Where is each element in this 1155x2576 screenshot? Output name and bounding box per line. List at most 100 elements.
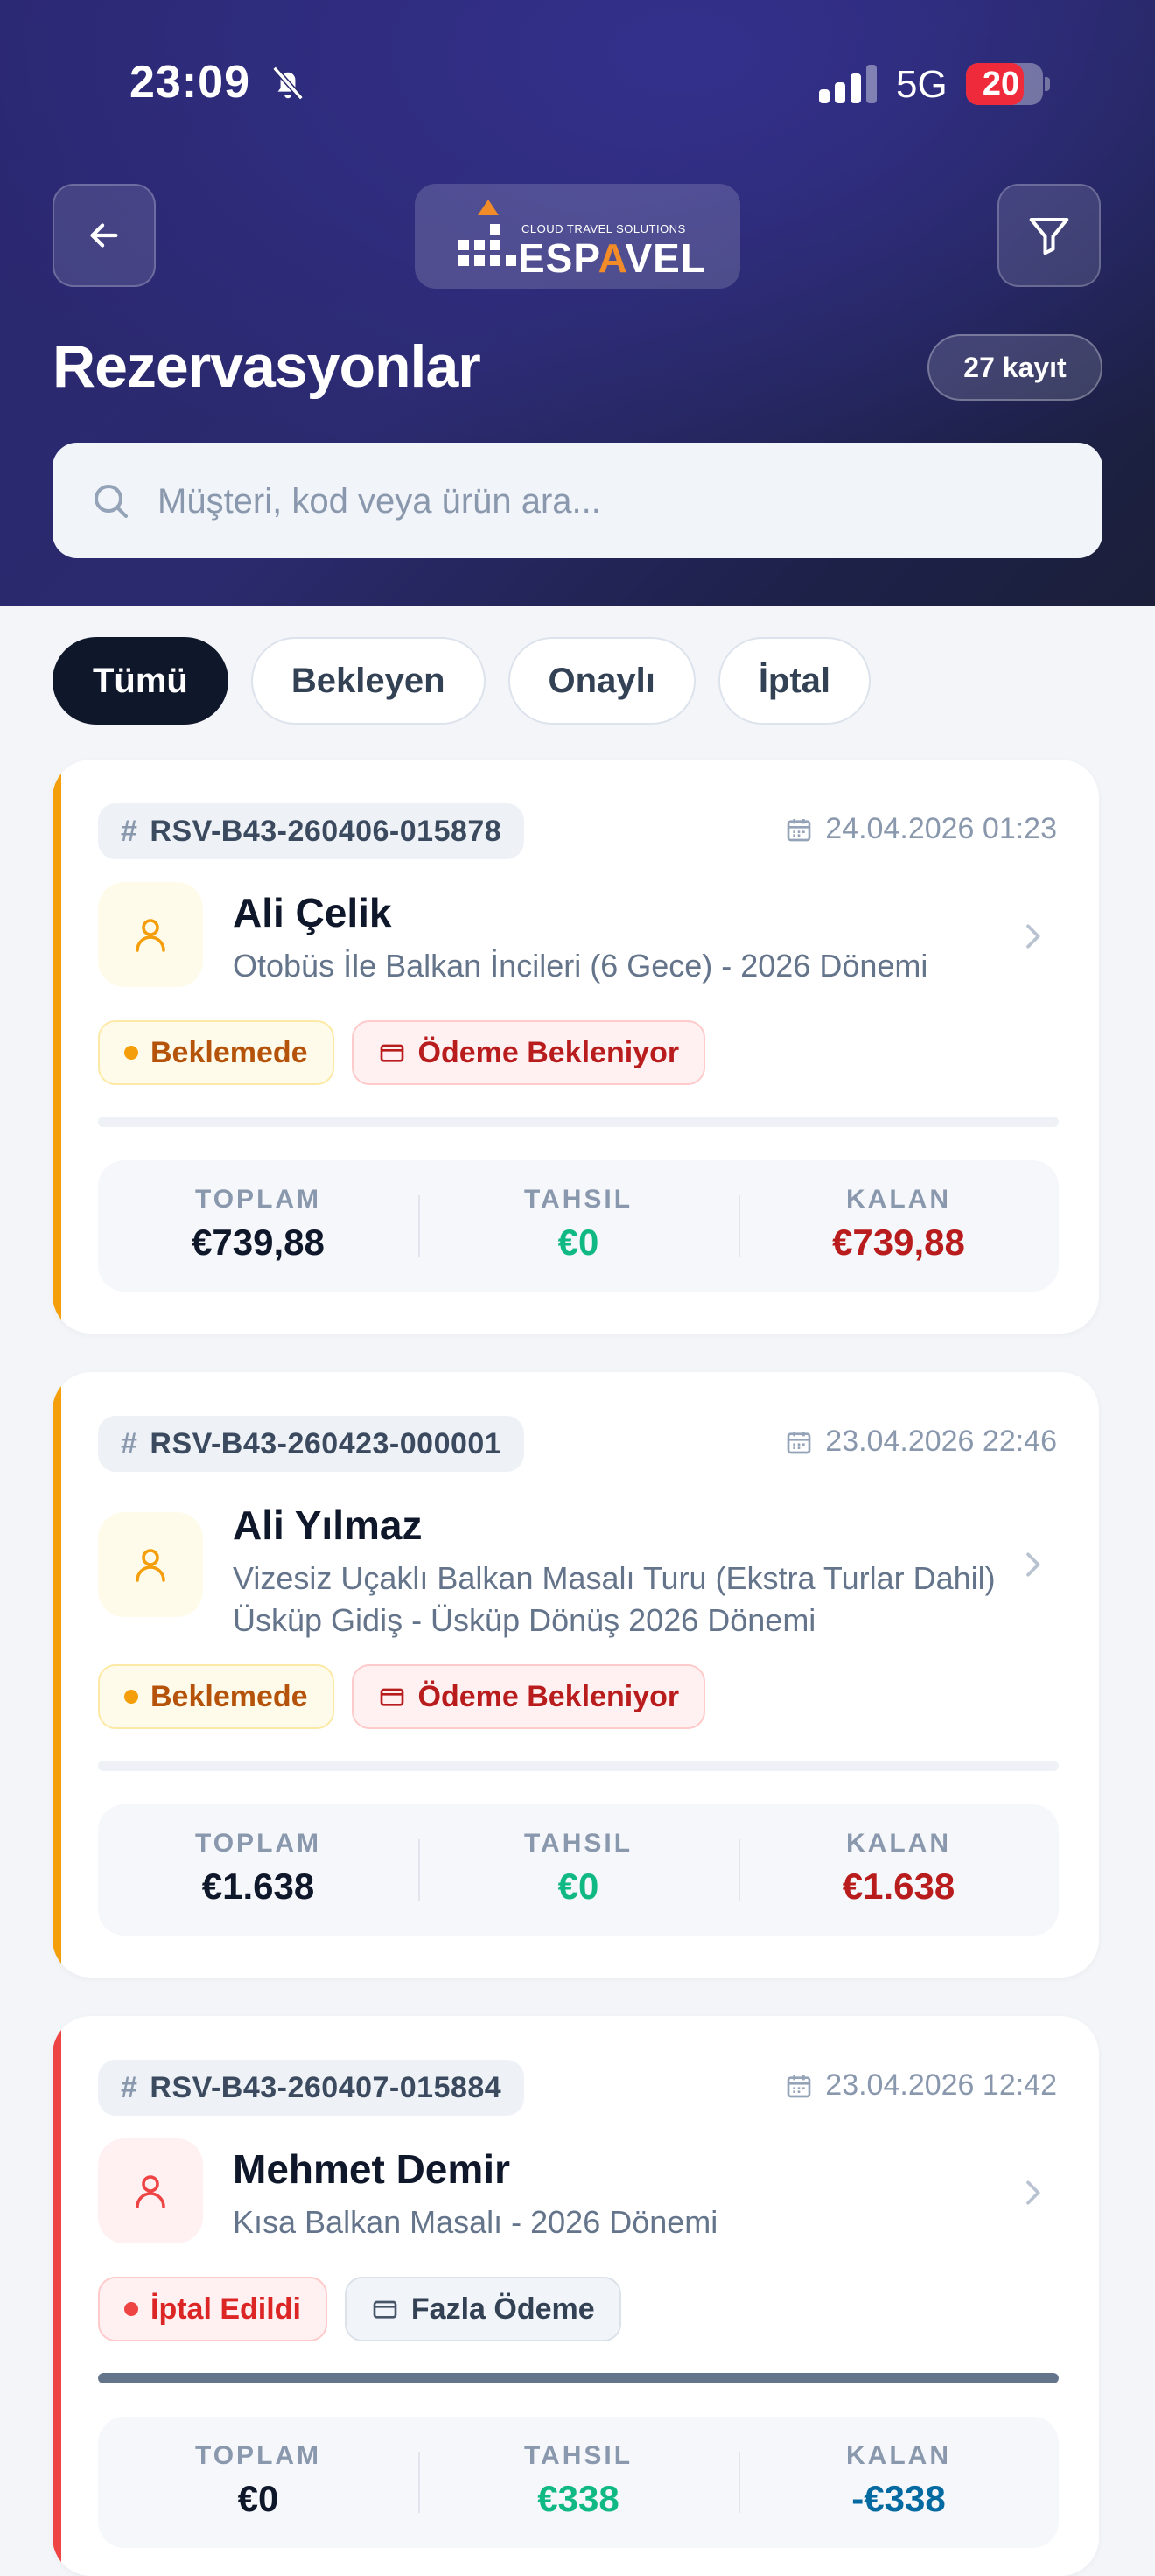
credit-card-icon (380, 1044, 403, 1062)
booking-card[interactable]: # RSV-B43-260406-015878 24.04.2026 01:23… (52, 760, 1099, 1334)
booking-date-text: 23.04.2026 22:46 (825, 1424, 1057, 1458)
hash-icon: # (121, 1426, 138, 1460)
tab-approved[interactable]: Onaylı (508, 637, 696, 724)
user-icon (136, 2175, 165, 2208)
total-value: €1.638 (201, 1866, 315, 1907)
customer-name: Ali Yılmaz (233, 1502, 423, 1548)
customer-name: Mehmet Demir (233, 2146, 510, 2192)
total-value: €0 (237, 2478, 279, 2519)
avatar (98, 882, 203, 987)
booking-date-text: 24.04.2026 01:23 (825, 812, 1057, 845)
badge-row: Beklemede Ödeme Bekleniyor (98, 1664, 706, 1729)
search-icon (94, 485, 128, 518)
back-button[interactable] (52, 184, 156, 287)
product-name: Kısa Balkan Masalı - 2026 Dönemi (233, 2204, 718, 2240)
credit-card-icon (373, 2300, 397, 2319)
badge-row: Beklemede Ödeme Bekleniyor (98, 1020, 706, 1085)
status-badge: Beklemede (98, 1664, 334, 1729)
arrow-left-icon (90, 223, 118, 248)
collected-column: TAHSIL €0 (418, 1160, 738, 1292)
totals-panel: TOPLAM €0 TAHSIL €338 KALAN -€338 (98, 2417, 1059, 2548)
booking-card[interactable]: # RSV-B43-260423-000001 23.04.2026 22:46… (52, 1372, 1099, 1978)
tab-all[interactable]: Tümü (52, 637, 228, 724)
payment-progress (98, 2373, 1059, 2384)
user-icon (136, 1549, 165, 1582)
payment-badge: Ödeme Bekleniyor (351, 1664, 706, 1729)
status-accent-bar (52, 2016, 61, 2576)
status-dot (124, 1690, 138, 1704)
booking-code: RSV-B43-260407-015884 (150, 2070, 502, 2104)
total-label: TOPLAM (194, 2441, 322, 2470)
collected-value: €0 (557, 1866, 599, 1907)
chevron-right-icon (1026, 924, 1040, 948)
status-accent-bar (52, 1372, 61, 1978)
payment-progress (98, 1116, 1059, 1127)
total-column: TOPLAM €0 (98, 2417, 418, 2548)
remaining-column: KALAN €739,88 (738, 1160, 1059, 1292)
hash-icon: # (121, 814, 138, 848)
booking-date: 24.04.2026 01:23 (785, 812, 1057, 846)
status-badge: Beklemede (98, 1020, 334, 1085)
filter-tabs: Tümü Bekleyen Onaylı İptal (52, 637, 872, 724)
collected-label: TAHSIL (523, 2441, 634, 2470)
hash-icon: # (121, 2070, 138, 2104)
booking-date-text: 23.04.2026 12:42 (825, 2068, 1057, 2102)
total-value: €739,88 (192, 1222, 325, 1263)
booking-code-chip: # RSV-B43-260407-015884 (98, 2060, 525, 2116)
product-name: Otobüs İle Balkan İncileri (6 Gece) - 20… (233, 948, 928, 984)
status-dot (124, 2302, 138, 2316)
tab-cancelled[interactable]: İptal (718, 637, 872, 724)
booking-code-chip: # RSV-B43-260406-015878 (98, 803, 525, 859)
payment-badge: Fazla Ödeme (344, 2277, 621, 2342)
booking-code: RSV-B43-260423-000001 (150, 1426, 502, 1460)
remaining-label: KALAN (846, 1829, 951, 1858)
calendar-icon (787, 1431, 811, 1453)
total-column: TOPLAM €1.638 (98, 1804, 418, 1936)
payment-badge: Ödeme Bekleniyor (351, 1020, 706, 1085)
chevron-right-icon (1026, 2180, 1040, 2205)
espavel-logo: CLOUD TRAVEL SOLUTIONS ESPAVEL (415, 184, 740, 289)
user-icon (136, 919, 165, 952)
network-type: 5G (896, 63, 948, 106)
remaining-value: €1.638 (842, 1866, 956, 1907)
booking-code: RSV-B43-260406-015878 (150, 814, 502, 848)
avatar (98, 2138, 203, 2244)
booking-date: 23.04.2026 22:46 (785, 1424, 1057, 1459)
search-input[interactable] (156, 443, 1087, 560)
customer-name: Ali Çelik (233, 890, 392, 935)
collected-value: €0 (557, 1222, 599, 1263)
tab-pending[interactable]: Bekleyen (250, 637, 486, 724)
collected-column: TAHSIL €0 (418, 1804, 738, 1936)
collected-label: TAHSIL (523, 1829, 634, 1858)
total-label: TOPLAM (194, 1829, 322, 1858)
logo-wordmark: ESPAVEL (518, 235, 706, 281)
payment-progress (98, 1760, 1059, 1771)
collected-value: €338 (537, 2478, 620, 2519)
logo-mark-icon (458, 200, 516, 266)
remaining-label: KALAN (846, 1185, 951, 1214)
collected-column: TAHSIL €338 (418, 2417, 738, 2548)
total-label: TOPLAM (194, 1185, 322, 1214)
booking-code-chip: # RSV-B43-260423-000001 (98, 1416, 525, 1472)
remaining-label: KALAN (846, 2441, 951, 2470)
chevron-right-icon (1026, 1552, 1040, 1577)
signal-icon (819, 65, 877, 103)
status-dot (124, 1046, 138, 1060)
total-column: TOPLAM €739,88 (98, 1160, 418, 1292)
totals-panel: TOPLAM €739,88 TAHSIL €0 KALAN €739,88 (98, 1160, 1059, 1292)
record-count-badge: 27 kayıt (928, 334, 1102, 401)
totals-panel: TOPLAM €1.638 TAHSIL €0 KALAN €1.638 (98, 1804, 1059, 1936)
badge-row: İptal Edildi Fazla Ödeme (98, 2277, 621, 2342)
collected-label: TAHSIL (523, 1185, 634, 1214)
booking-card[interactable]: # RSV-B43-260407-015884 23.04.2026 12:42… (52, 2016, 1099, 2576)
page-title: Rezervasyonlar (52, 333, 481, 400)
remaining-column: KALAN €1.638 (738, 1804, 1059, 1936)
calendar-icon (787, 818, 811, 841)
filter-button[interactable] (998, 184, 1101, 287)
battery-level: 20 (982, 66, 1020, 102)
header: 23:09 5G 20 CLOUD TRAVEL SOLUTIONS ESPAV… (0, 0, 1155, 606)
search-bar[interactable] (52, 443, 1102, 560)
avatar (98, 1512, 203, 1617)
filter-icon (1029, 217, 1069, 256)
remaining-column: KALAN -€338 (738, 2417, 1059, 2548)
